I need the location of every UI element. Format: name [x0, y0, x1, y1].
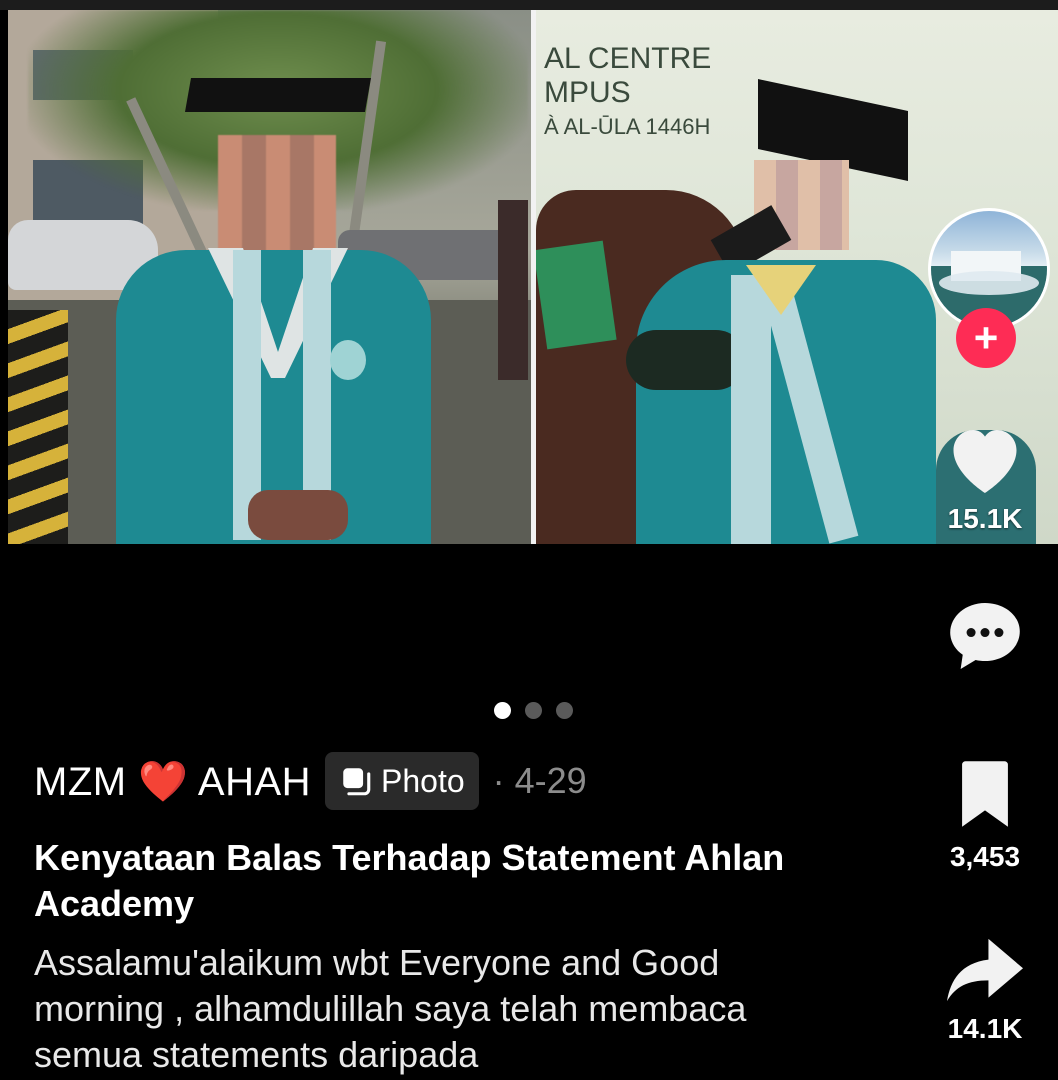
mortarboard [185, 78, 371, 112]
like-button[interactable]: 15.1K [930, 418, 1040, 535]
photo-type-badge: Photo [325, 752, 479, 810]
post-title: Kenyataan Balas Terhadap Statement Ahlan… [34, 837, 785, 924]
post-photo-left[interactable] [8, 10, 531, 544]
backdrop-sign: AL CENTRE MPUS À AL-ŪLA 1446H [544, 42, 711, 144]
follow-button[interactable]: + [956, 308, 1016, 368]
author-name[interactable]: MZM ❤️ AHAH [34, 758, 311, 805]
gown-embroidery [731, 275, 771, 544]
carousel-dot[interactable] [525, 702, 542, 719]
share-count: 14.1K [947, 1013, 1023, 1044]
photo-badge-label: Photo [381, 762, 465, 799]
comment-bubble-icon [950, 602, 1020, 670]
gown-badge [330, 340, 366, 380]
curb-stripes [8, 310, 68, 544]
bookmark-count: 3,453 [949, 841, 1021, 872]
heart-icon [953, 430, 1017, 493]
comment-button[interactable] [930, 596, 1040, 681]
photo-stack-icon [343, 768, 371, 796]
certificate-folder [536, 240, 617, 350]
like-count: 15.1K [947, 503, 1023, 534]
sleeve-floral [626, 330, 746, 390]
carousel-dot-active[interactable] [494, 702, 511, 719]
post-description[interactable]: Assalamu'alaikum wbt Everyone and Good m… [34, 940, 834, 1078]
sign-line: AL CENTRE [544, 42, 712, 75]
background-person [498, 200, 528, 380]
bookmark-button[interactable]: 3,453 [930, 758, 1040, 873]
share-button[interactable]: 14.1K [930, 932, 1040, 1045]
sign-line: À AL-ŪLA 1446H [544, 114, 711, 139]
status-strip [0, 0, 1058, 10]
post-date: · 4-29 [492, 760, 587, 801]
carousel-dot[interactable] [556, 702, 573, 719]
carousel-indicator [494, 702, 573, 719]
pixelated-face [218, 135, 336, 255]
bookmark-icon [962, 761, 1008, 827]
sign-line: MPUS [544, 76, 631, 109]
hands [248, 490, 348, 540]
post-meta-row: MZM ❤️ AHAH Photo · 4-29 [34, 752, 587, 810]
share-arrow-icon [947, 938, 1023, 1002]
